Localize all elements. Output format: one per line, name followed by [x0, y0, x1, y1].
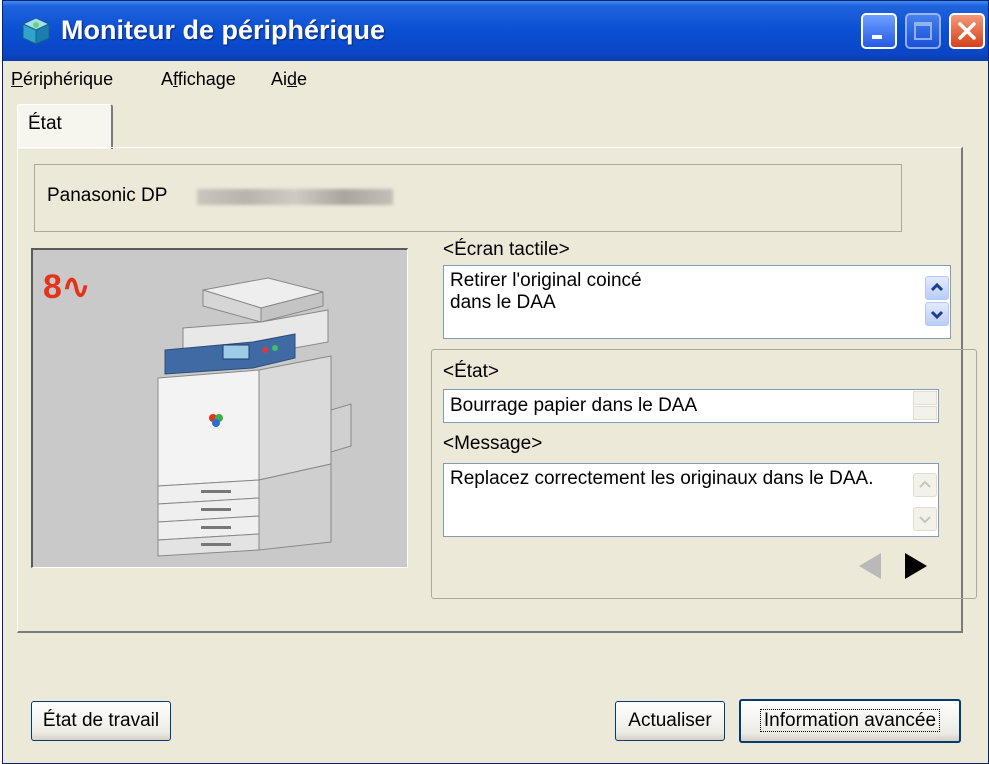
message-textbox[interactable]: Replacez correctement les originaux dans… — [443, 463, 939, 537]
minimize-button[interactable] — [861, 13, 897, 49]
minimize-icon — [872, 35, 882, 39]
advanced-info-label: Information avancée — [759, 709, 941, 732]
chevron-down-icon — [919, 516, 931, 524]
next-button[interactable] — [897, 547, 935, 585]
printer-image: 8∿ — [31, 248, 408, 568]
window-title: Moniteur de périphérique — [61, 15, 386, 45]
menu-peripherique[interactable]: Périphérique — [11, 69, 113, 90]
status-spinner[interactable] — [913, 391, 937, 421]
chevron-up-icon — [919, 480, 931, 488]
menu-accelerator: P — [11, 69, 24, 89]
message-text: Replacez correctement les originaux dans… — [450, 468, 874, 489]
menu-aide[interactable]: Aide — [271, 69, 307, 90]
touch-screen-textbox[interactable]: Retirer l'original coincé dans le DAA — [443, 265, 951, 339]
close-button[interactable] — [949, 13, 985, 49]
tab-etat-label: État — [28, 113, 62, 134]
tab-etat[interactable]: État — [17, 104, 113, 149]
message-scrollbar[interactable] — [913, 465, 937, 535]
device-monitor-window: Moniteur de périphérique Périphérique Af… — [2, 0, 989, 764]
device-name: Panasonic DP — [47, 185, 168, 206]
spinner-up[interactable] — [913, 391, 937, 405]
touch-screen-scrollbar[interactable] — [925, 267, 949, 337]
touch-screen-line1: Retirer l'original coincé — [450, 270, 642, 291]
touch-screen-line2: dans le DAA — [450, 292, 556, 313]
maximize-icon — [914, 22, 932, 40]
refresh-button[interactable]: Actualiser — [615, 701, 725, 741]
status-textbox[interactable]: Bourrage papier dans le DAA — [443, 389, 939, 423]
menu-bar: Périphérique Affichage Aide — [3, 64, 988, 94]
message-scroll-up[interactable] — [913, 473, 937, 497]
menu-affichage[interactable]: Affichage — [161, 69, 236, 90]
close-icon — [958, 22, 976, 40]
monitor-cube-icon — [21, 17, 51, 45]
scroll-up-button[interactable] — [925, 276, 949, 300]
brand-logo-icon: 8∿ — [43, 268, 90, 306]
maximize-button[interactable] — [905, 13, 941, 49]
triangle-right-icon — [905, 553, 927, 579]
redacted-model-number — [197, 189, 393, 205]
menu-accelerator: d — [287, 69, 298, 89]
touch-screen-label: <Écran tactile> — [443, 239, 570, 260]
previous-button[interactable] — [851, 547, 889, 585]
chevron-down-icon — [930, 310, 944, 320]
menu-accelerator: f — [173, 69, 178, 89]
status-value: Bourrage papier dans le DAA — [450, 395, 698, 416]
triangle-left-icon — [859, 553, 881, 579]
message-label: <Message> — [443, 433, 543, 454]
title-bar[interactable]: Moniteur de périphérique — [3, 1, 988, 61]
chevron-up-icon — [930, 282, 944, 292]
job-status-button[interactable]: État de travail — [31, 701, 171, 741]
status-label: <État> — [443, 361, 499, 382]
scroll-down-button[interactable] — [925, 302, 949, 326]
printer-illustration: 8∿ — [43, 268, 352, 557]
spinner-down[interactable] — [913, 406, 937, 420]
advanced-info-button[interactable]: Information avancée — [739, 699, 961, 743]
message-scroll-down[interactable] — [913, 507, 937, 531]
